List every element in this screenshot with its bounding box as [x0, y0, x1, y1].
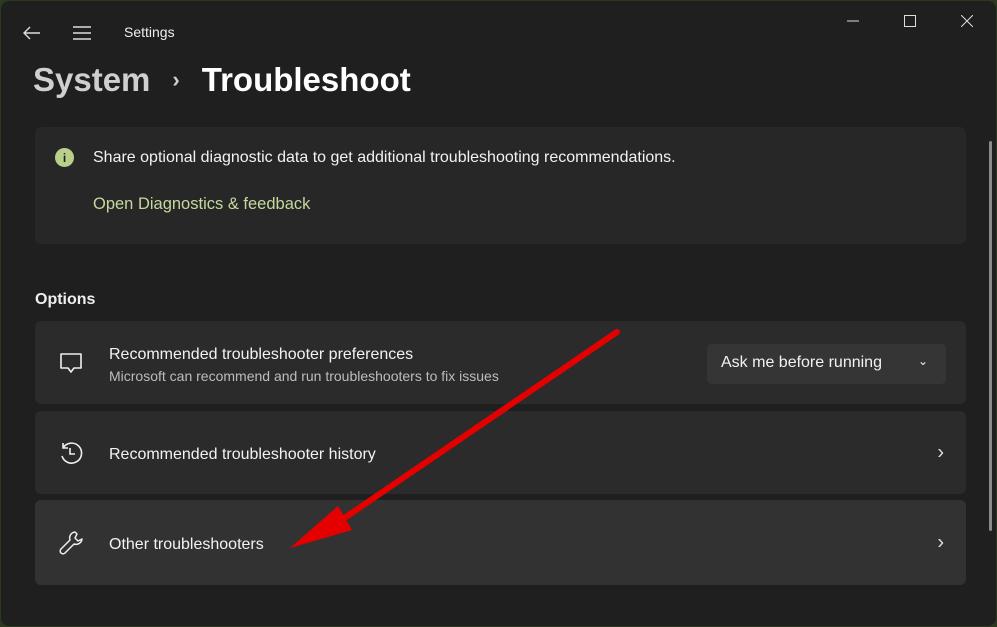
card-title: Recommended troubleshooter history: [109, 446, 376, 463]
message-icon: [60, 352, 82, 373]
title-bar: Settings: [1, 1, 996, 63]
dropdown-value: Ask me before running: [721, 354, 882, 371]
page-title: Troubleshoot: [201, 61, 411, 98]
diagnostic-info-card: i Share optional diagnostic data to get …: [35, 127, 966, 244]
troubleshooter-preference-dropdown[interactable]: Ask me before running ⌄: [707, 344, 946, 384]
settings-window: Settings System › Troubleshoot i Share o…: [1, 1, 996, 626]
chevron-right-icon: ›: [937, 531, 944, 553]
card-troubleshooter-preferences: Recommended troubleshooter preferences M…: [35, 321, 966, 404]
chevron-down-icon: ⌄: [917, 354, 928, 368]
card-title: Other troubleshooters: [109, 536, 264, 553]
breadcrumb-system[interactable]: System: [33, 61, 150, 99]
card-other-troubleshooters[interactable]: Other troubleshooters ›: [35, 500, 966, 585]
scrollbar[interactable]: [989, 141, 992, 531]
history-icon: [61, 441, 83, 464]
card-title: Recommended troubleshooter preferences: [109, 346, 414, 363]
wrench-icon: [59, 530, 83, 555]
info-message: Share optional diagnostic data to get ad…: [93, 149, 676, 166]
menu-icon[interactable]: [69, 21, 95, 45]
info-icon: i: [55, 148, 74, 167]
options-heading: Options: [35, 291, 96, 308]
back-icon[interactable]: [19, 21, 45, 45]
maximize-button[interactable]: [898, 9, 922, 33]
open-diagnostics-link[interactable]: Open Diagnostics & feedback: [93, 195, 310, 214]
window-title: Settings: [124, 24, 175, 40]
minimize-button[interactable]: [841, 9, 865, 33]
breadcrumb-separator-icon: ›: [172, 67, 180, 92]
close-button[interactable]: [955, 9, 979, 33]
card-subtitle: Microsoft can recommend and run troubles…: [109, 368, 499, 384]
breadcrumb: System › Troubleshoot: [33, 61, 411, 99]
chevron-right-icon: ›: [937, 441, 944, 463]
card-troubleshooter-history[interactable]: Recommended troubleshooter history ›: [35, 411, 966, 494]
